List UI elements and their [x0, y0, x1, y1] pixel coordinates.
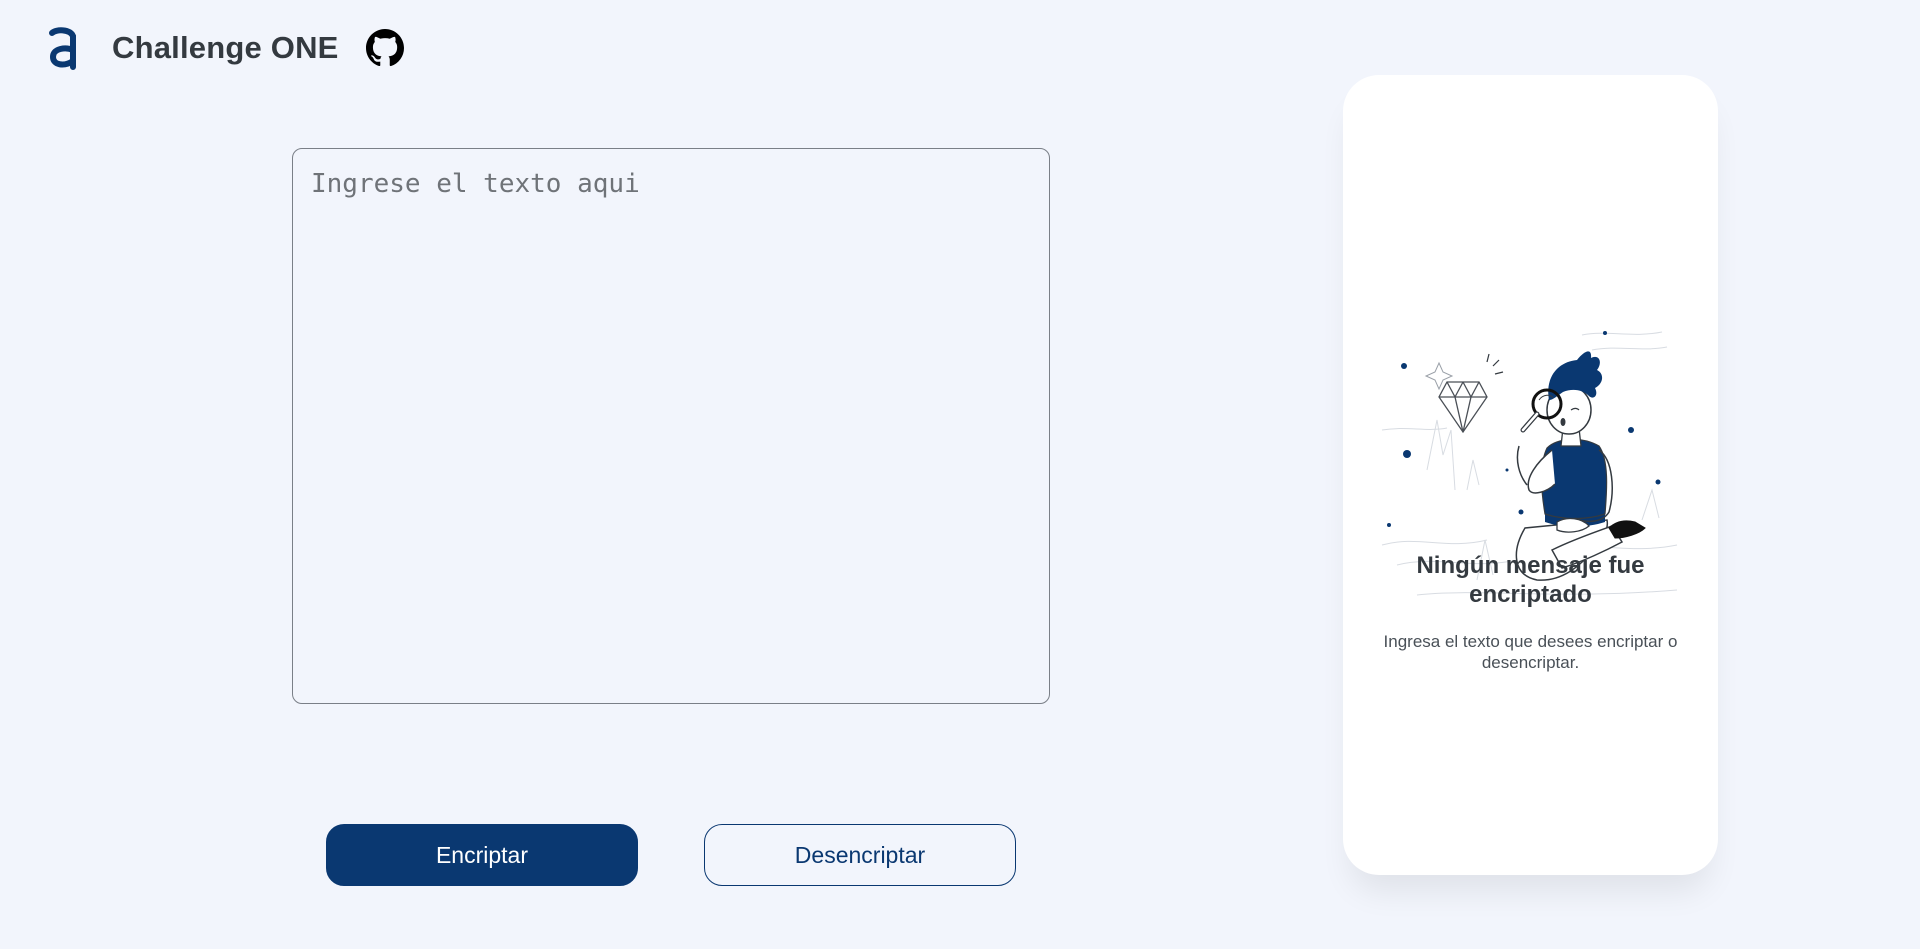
page-title: Challenge ONE [112, 30, 339, 65]
result-message: Ingresa el texto que desees encriptar o … [1383, 632, 1678, 672]
message-input[interactable] [292, 148, 1050, 704]
result-panel: Ningún mensaje fue encriptado Ingresa el… [1343, 75, 1718, 875]
encrypt-button[interactable]: Encriptar [326, 824, 638, 886]
alura-logo-icon[interactable] [48, 26, 78, 70]
result-title: Ningún mensaje fue encriptado [1416, 552, 1645, 608]
github-icon[interactable] [365, 28, 405, 68]
page: Challenge ONE Encriptar Desencriptar [0, 0, 1920, 949]
header: Challenge ONE [48, 24, 405, 72]
decrypt-button[interactable]: Desencriptar [704, 824, 1016, 886]
